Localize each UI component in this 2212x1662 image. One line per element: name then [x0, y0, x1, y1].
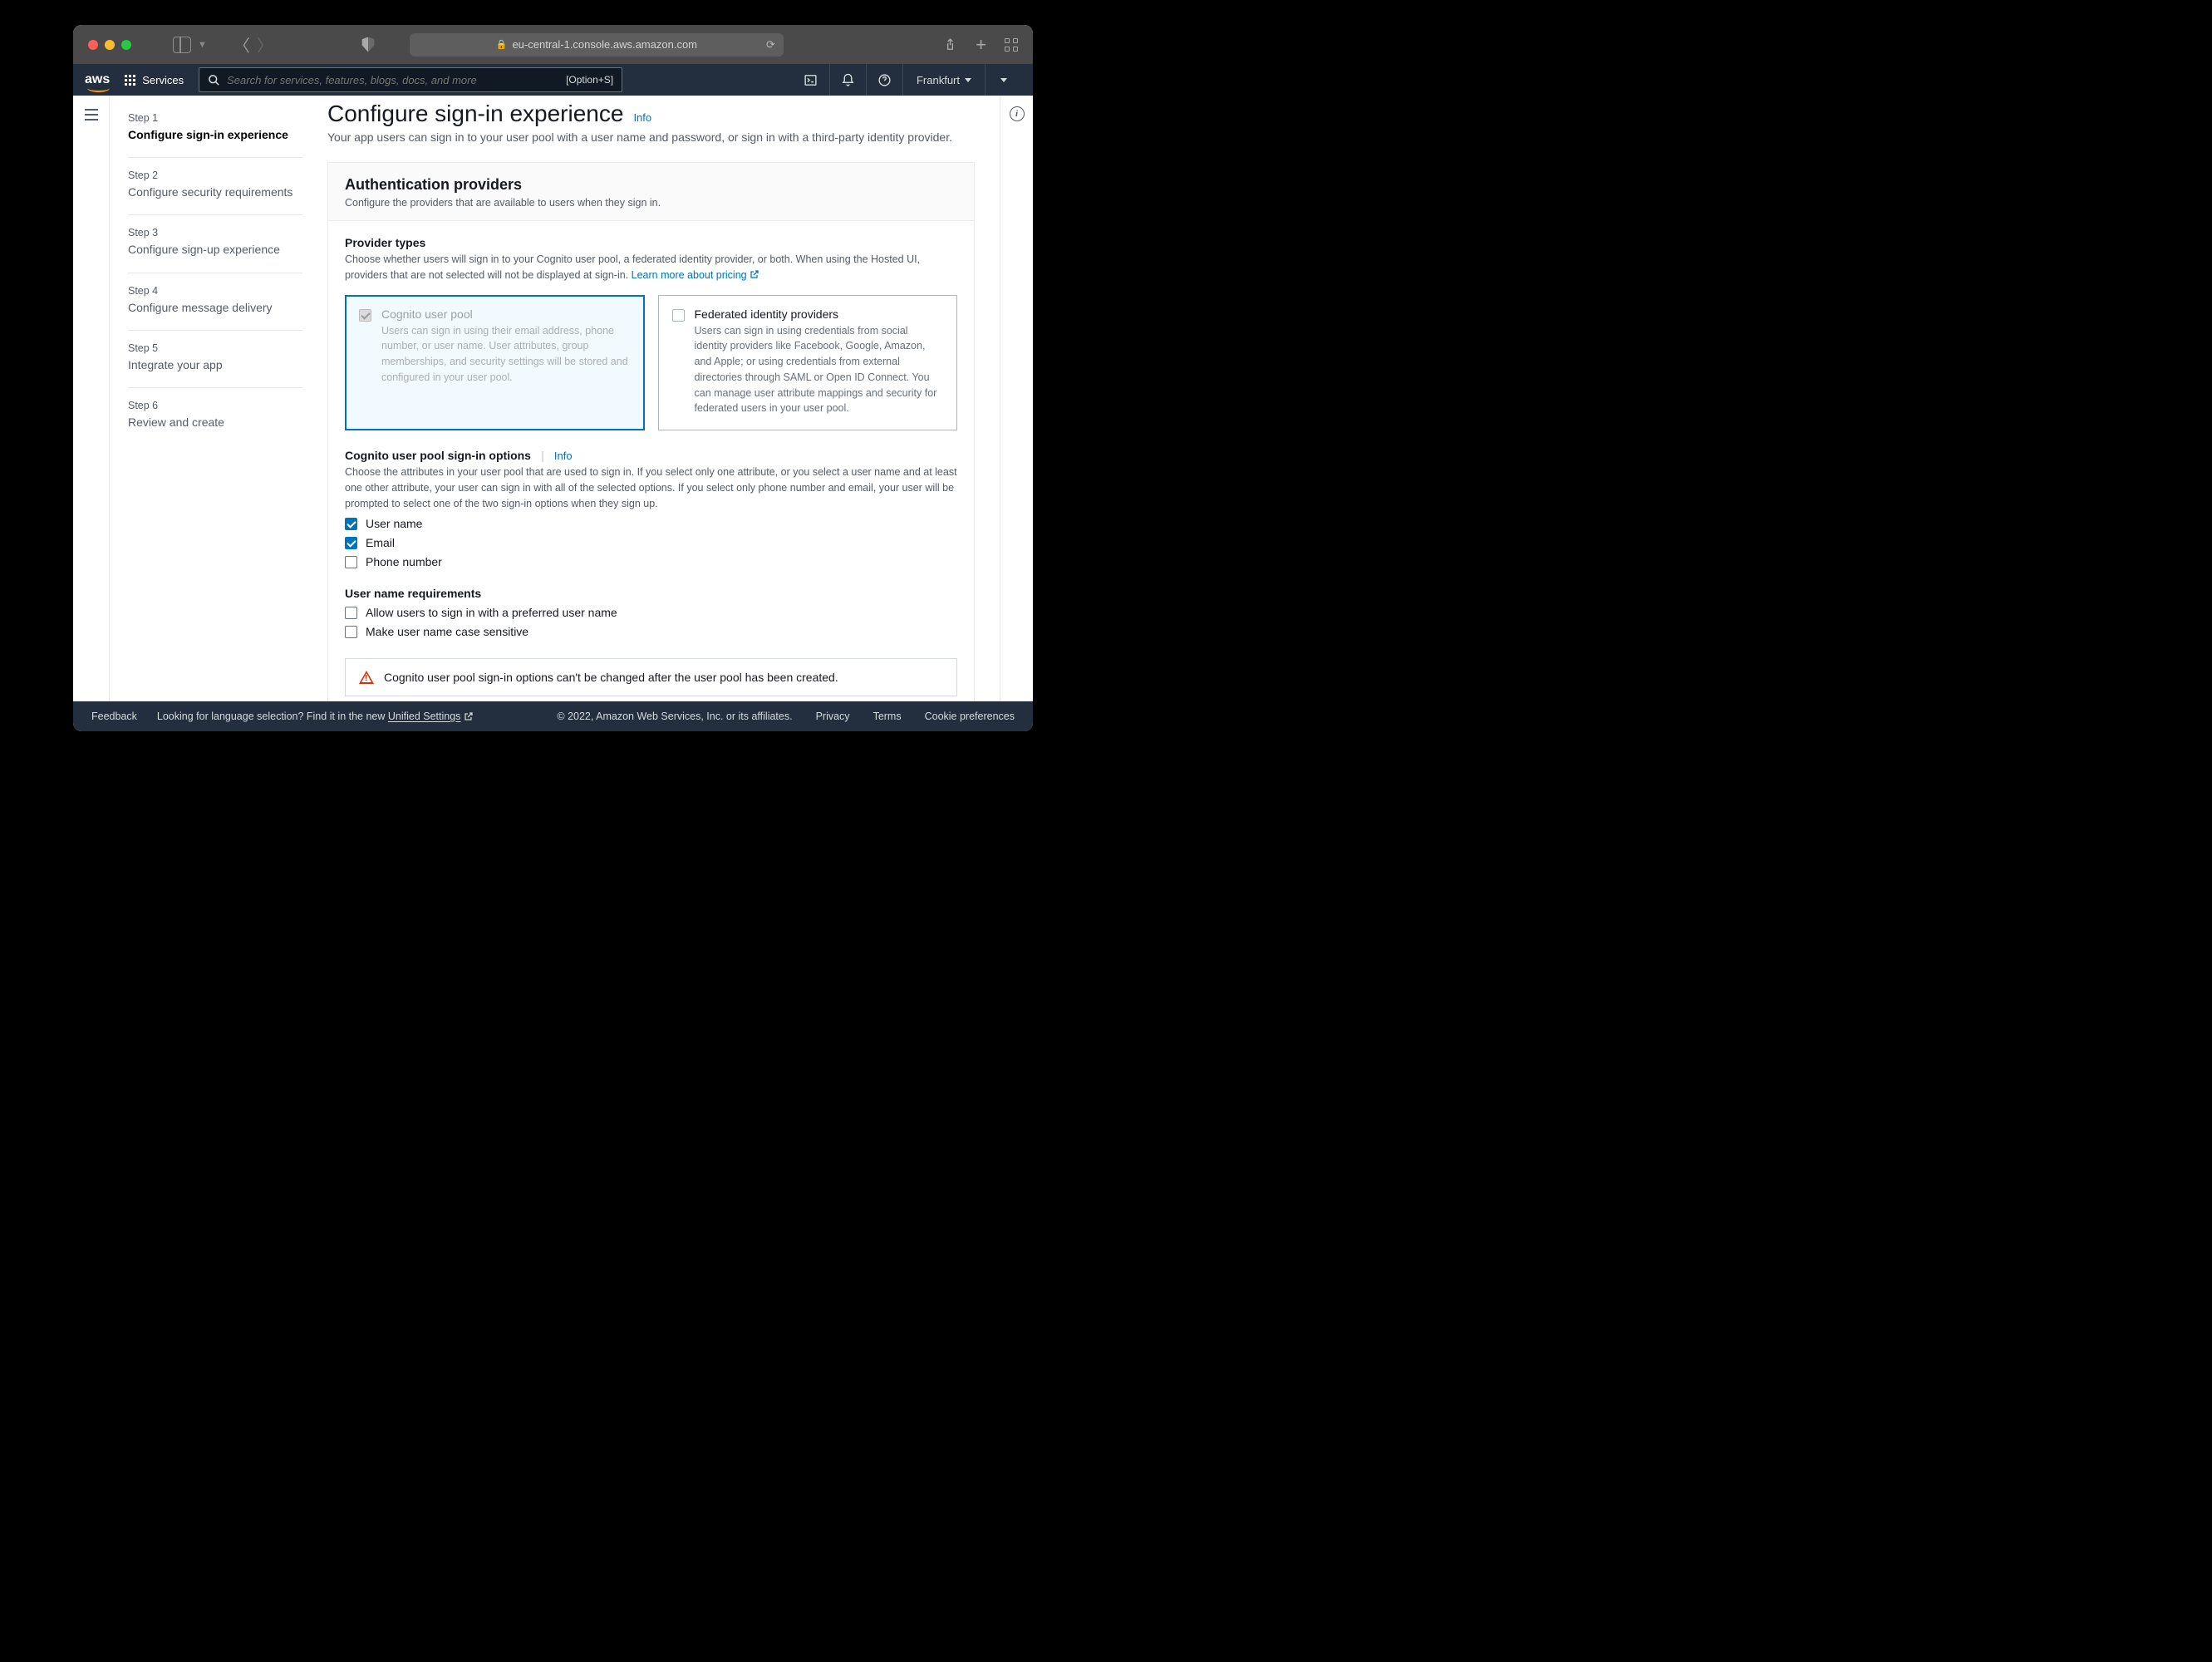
- footer-bar: Feedback Looking for language selection?…: [73, 701, 1033, 731]
- lock-icon: 🔒: [496, 39, 508, 50]
- privacy-link[interactable]: Privacy: [816, 711, 850, 722]
- main-area: Configure sign-in experience Info Your a…: [327, 96, 1000, 701]
- language-hint: Looking for language selection? Find it …: [157, 711, 474, 722]
- wizard-step-1[interactable]: Step 1 Configure sign-in experience: [128, 101, 302, 157]
- wizard-step-3: Step 3 Configure sign-up experience: [128, 214, 302, 272]
- provider-tile-federated[interactable]: Federated identity providers Users can s…: [658, 295, 958, 431]
- page-info-link[interactable]: Info: [633, 111, 651, 124]
- signin-info-link[interactable]: Info: [554, 450, 573, 462]
- share-icon[interactable]: [943, 37, 957, 52]
- checkbox-icon: [345, 537, 357, 549]
- checkbox-username[interactable]: User name: [345, 517, 957, 530]
- username-requirements-title: User name requirements: [345, 587, 957, 600]
- tab-overview-icon[interactable]: [1005, 38, 1018, 52]
- account-menu[interactable]: [985, 64, 1021, 96]
- checkbox-label: Make user name case sensitive: [366, 625, 528, 638]
- cloudshell-button[interactable]: [793, 64, 829, 96]
- region-label: Frankfurt: [917, 74, 960, 86]
- warning-text: Cognito user pool sign-in options can't …: [384, 671, 838, 684]
- address-bar[interactable]: 🔒 eu-central-1.console.aws.amazon.com ⟳: [410, 33, 784, 57]
- help-button[interactable]: [866, 64, 902, 96]
- address-bar-url: eu-central-1.console.aws.amazon.com: [512, 38, 697, 51]
- aws-logo[interactable]: aws: [85, 72, 110, 87]
- external-link-icon: [464, 711, 474, 721]
- aws-nav-bar: aws Services [Option+S] Frankfurt: [73, 64, 1033, 96]
- new-tab-button[interactable]: +: [976, 34, 986, 56]
- page-subtitle: Your app users can sign in to your user …: [327, 130, 975, 144]
- checkbox-phone[interactable]: Phone number: [345, 555, 957, 568]
- region-selector[interactable]: Frankfurt: [902, 64, 985, 96]
- browser-window: ▼ 〈 〉 🔒 eu-central-1.console.aws.amazon.…: [73, 25, 1033, 731]
- feedback-link[interactable]: Feedback: [91, 711, 137, 722]
- sidebar-toggle-icon[interactable]: [173, 37, 191, 53]
- provider-types-title: Provider types: [345, 236, 957, 249]
- nav-forward-button: 〉: [257, 32, 273, 57]
- wizard-step-6: Step 6 Review and create: [128, 387, 302, 445]
- search-input[interactable]: [227, 74, 559, 86]
- checkbox-label: User name: [366, 517, 422, 530]
- minimize-window-button[interactable]: [105, 40, 115, 50]
- apps-grid-icon: [125, 75, 135, 86]
- auth-providers-panel: Authentication providers Configure the p…: [327, 162, 975, 701]
- page-title: Configure sign-in experience Info: [327, 101, 975, 127]
- mac-titlebar: ▼ 〈 〉 🔒 eu-central-1.console.aws.amazon.…: [73, 25, 1033, 64]
- page-content: Step 1 Configure sign-in experience Step…: [73, 96, 1033, 701]
- checkbox-email[interactable]: Email: [345, 536, 957, 549]
- tile-title: Federated identity providers: [695, 307, 944, 321]
- checkbox-label: Email: [366, 536, 395, 549]
- hamburger-menu-button[interactable]: [85, 109, 98, 120]
- signin-options-desc: Choose the attributes in your user pool …: [345, 465, 957, 511]
- chevron-down-icon[interactable]: ▼: [198, 40, 207, 50]
- checkbox-icon: [345, 518, 357, 530]
- privacy-shield-icon[interactable]: [361, 37, 375, 52]
- unified-settings-link[interactable]: Unified Settings: [388, 711, 474, 722]
- services-menu-button[interactable]: Services: [125, 74, 184, 86]
- search-bar[interactable]: [Option+S]: [199, 67, 622, 92]
- reload-icon[interactable]: ⟳: [766, 38, 775, 52]
- checkbox-icon: [345, 607, 357, 619]
- provider-tile-cognito[interactable]: Cognito user pool Users can sign in usin…: [345, 295, 645, 431]
- tile-desc: Users can sign in using their email addr…: [381, 323, 631, 386]
- provider-types-desc: Choose whether users will sign in to you…: [345, 252, 957, 283]
- checkbox-icon: [672, 309, 685, 322]
- checkbox-label: Allow users to sign in with a preferred …: [366, 606, 617, 619]
- fullscreen-window-button[interactable]: [121, 40, 131, 50]
- right-rail: i: [1000, 96, 1033, 701]
- checkbox-case-sensitive[interactable]: Make user name case sensitive: [345, 625, 957, 638]
- close-window-button[interactable]: [88, 40, 98, 50]
- warning-alert: ! Cognito user pool sign-in options can'…: [345, 658, 957, 696]
- nav-back-button[interactable]: 〈: [233, 32, 250, 57]
- cookie-preferences-link[interactable]: Cookie preferences: [925, 711, 1015, 722]
- signin-options-title: Cognito user pool sign-in options | Info: [345, 449, 957, 462]
- checkbox-preferred-username[interactable]: Allow users to sign in with a preferred …: [345, 606, 957, 619]
- tile-title: Cognito user pool: [381, 307, 631, 321]
- warning-icon: !: [359, 671, 374, 684]
- checkbox-icon: [345, 556, 357, 568]
- checkbox-icon: [359, 309, 371, 322]
- tile-desc: Users can sign in using credentials from…: [695, 323, 944, 417]
- wizard-step-4: Step 4 Configure message delivery: [128, 273, 302, 330]
- wizard-step-2: Step 2 Configure security requirements: [128, 157, 302, 214]
- wizard-step-5: Step 5 Integrate your app: [128, 330, 302, 387]
- help-panel-toggle[interactable]: i: [1010, 106, 1025, 121]
- panel-title: Authentication providers: [345, 176, 957, 194]
- panel-desc: Configure the providers that are availab…: [345, 197, 957, 209]
- checkbox-label: Phone number: [366, 555, 442, 568]
- services-label: Services: [142, 74, 184, 86]
- pricing-link[interactable]: Learn more about pricing: [632, 269, 759, 281]
- search-shortcut-hint: [Option+S]: [566, 74, 613, 86]
- chevron-down-icon: [965, 78, 971, 82]
- wizard-steps: Step 1 Configure sign-in experience Step…: [128, 96, 327, 701]
- chevron-down-icon: [1000, 78, 1007, 82]
- left-rail: [73, 96, 110, 701]
- search-icon: [208, 74, 220, 86]
- copyright-text: © 2022, Amazon Web Services, Inc. or its…: [557, 711, 792, 722]
- notifications-button[interactable]: [829, 64, 866, 96]
- checkbox-icon: [345, 626, 357, 638]
- terms-link[interactable]: Terms: [873, 711, 902, 722]
- external-link-icon: [750, 269, 759, 279]
